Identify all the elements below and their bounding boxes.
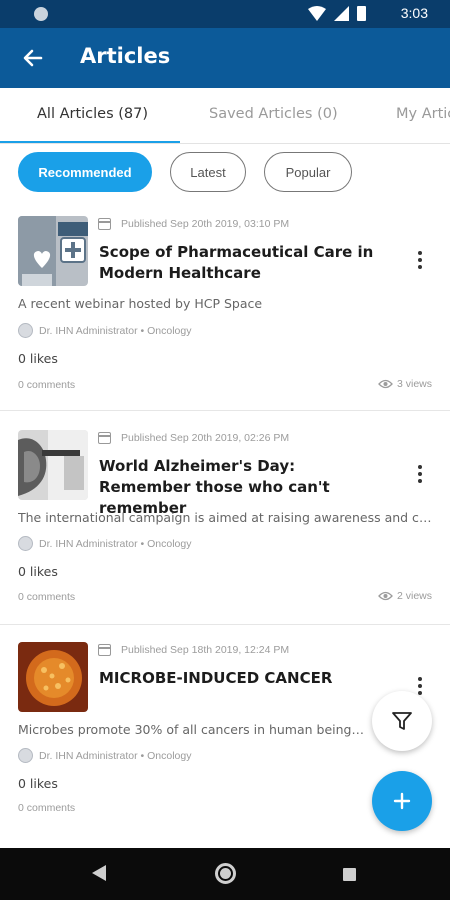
article-description: A recent webinar hosted by HCP Space bbox=[18, 296, 263, 311]
page-title: Articles bbox=[80, 44, 171, 68]
likes-count[interactable]: 0 likes bbox=[18, 564, 58, 579]
likes-count[interactable]: 0 likes bbox=[18, 351, 58, 366]
author-name: Dr. IHN Administrator • Oncology bbox=[39, 537, 192, 550]
tab-my-articles[interactable]: My Artic bbox=[396, 106, 450, 122]
status-icons bbox=[308, 6, 366, 21]
comments-count[interactable]: 0 comments bbox=[18, 379, 75, 391]
likes-count[interactable]: 0 likes bbox=[18, 776, 58, 791]
chip-popular[interactable]: Popular bbox=[264, 152, 352, 192]
filter-button[interactable] bbox=[372, 691, 432, 751]
views-row: 2 views bbox=[378, 590, 432, 602]
more-vertical-icon[interactable] bbox=[410, 462, 430, 486]
article-thumbnail bbox=[18, 642, 88, 712]
notification-dot-icon bbox=[34, 7, 48, 21]
status-bar: 3:03 bbox=[0, 0, 450, 28]
back-button[interactable] bbox=[18, 43, 48, 73]
author-row: Dr. IHN Administrator • Oncology bbox=[18, 536, 191, 551]
author-name: Dr. IHN Administrator • Oncology bbox=[39, 324, 192, 337]
views-count: 2 views bbox=[396, 590, 432, 602]
eye-icon bbox=[378, 379, 393, 389]
filter-icon bbox=[392, 712, 412, 730]
chip-latest[interactable]: Latest bbox=[170, 152, 246, 192]
more-vertical-icon[interactable] bbox=[410, 248, 430, 272]
article-description: Microbes promote 30% of all cancers in h… bbox=[18, 722, 368, 737]
status-time: 3:03 bbox=[400, 5, 428, 21]
divider bbox=[0, 624, 450, 625]
author-row: Dr. IHN Administrator • Oncology bbox=[18, 323, 191, 338]
author-name: Dr. IHN Administrator • Oncology bbox=[39, 749, 192, 762]
article-thumbnail bbox=[18, 216, 88, 286]
nav-recents-icon[interactable] bbox=[343, 868, 356, 881]
article-thumbnail bbox=[18, 430, 88, 500]
cellular-signal-icon bbox=[334, 6, 349, 21]
avatar bbox=[18, 748, 33, 763]
plus-icon bbox=[393, 792, 411, 810]
article-card[interactable]: Published Sep 20th 2019, 02:26 PM World … bbox=[0, 422, 450, 622]
publish-date: Published Sep 18th 2019, 12:24 PM bbox=[121, 644, 290, 656]
battery-icon bbox=[357, 6, 366, 21]
nav-home-icon[interactable] bbox=[215, 863, 236, 884]
calendar-icon bbox=[98, 432, 111, 444]
tab-all-articles[interactable]: All Articles (87) bbox=[37, 106, 148, 122]
avatar bbox=[18, 323, 33, 338]
article-card[interactable]: Published Sep 20th 2019, 03:10 PM Scope … bbox=[0, 210, 450, 410]
chip-recommended[interactable]: Recommended bbox=[18, 152, 152, 192]
comments-count[interactable]: 0 comments bbox=[18, 802, 75, 814]
publish-date: Published Sep 20th 2019, 03:10 PM bbox=[121, 218, 290, 230]
arrow-left-icon bbox=[23, 49, 43, 67]
eye-icon bbox=[378, 591, 393, 601]
filter-chips: Recommended Latest Popular bbox=[18, 152, 352, 192]
article-title[interactable]: MICROBE-INDUCED CANCER bbox=[99, 668, 389, 689]
avatar bbox=[18, 536, 33, 551]
app-bar: Articles bbox=[0, 28, 450, 88]
add-article-button[interactable] bbox=[372, 771, 432, 831]
author-row: Dr. IHN Administrator • Oncology bbox=[18, 748, 191, 763]
tab-indicator bbox=[0, 141, 180, 143]
views-count: 3 views bbox=[396, 378, 432, 390]
tab-saved-articles[interactable]: Saved Articles (0) bbox=[209, 106, 338, 122]
article-title[interactable]: Scope of Pharmaceutical Care in Modern H… bbox=[99, 242, 389, 284]
nav-back-icon[interactable] bbox=[92, 865, 106, 881]
calendar-icon bbox=[98, 644, 111, 656]
views-row: 3 views bbox=[378, 378, 432, 390]
calendar-icon bbox=[98, 218, 111, 230]
divider bbox=[0, 410, 450, 411]
comments-count[interactable]: 0 comments bbox=[18, 591, 75, 603]
article-description: The international campaign is aimed at r… bbox=[18, 510, 438, 525]
tab-bar: All Articles (87) Saved Articles (0) My … bbox=[0, 88, 450, 144]
wifi-icon bbox=[308, 6, 326, 21]
publish-date: Published Sep 20th 2019, 02:26 PM bbox=[121, 432, 290, 444]
system-nav-bar bbox=[0, 848, 450, 900]
